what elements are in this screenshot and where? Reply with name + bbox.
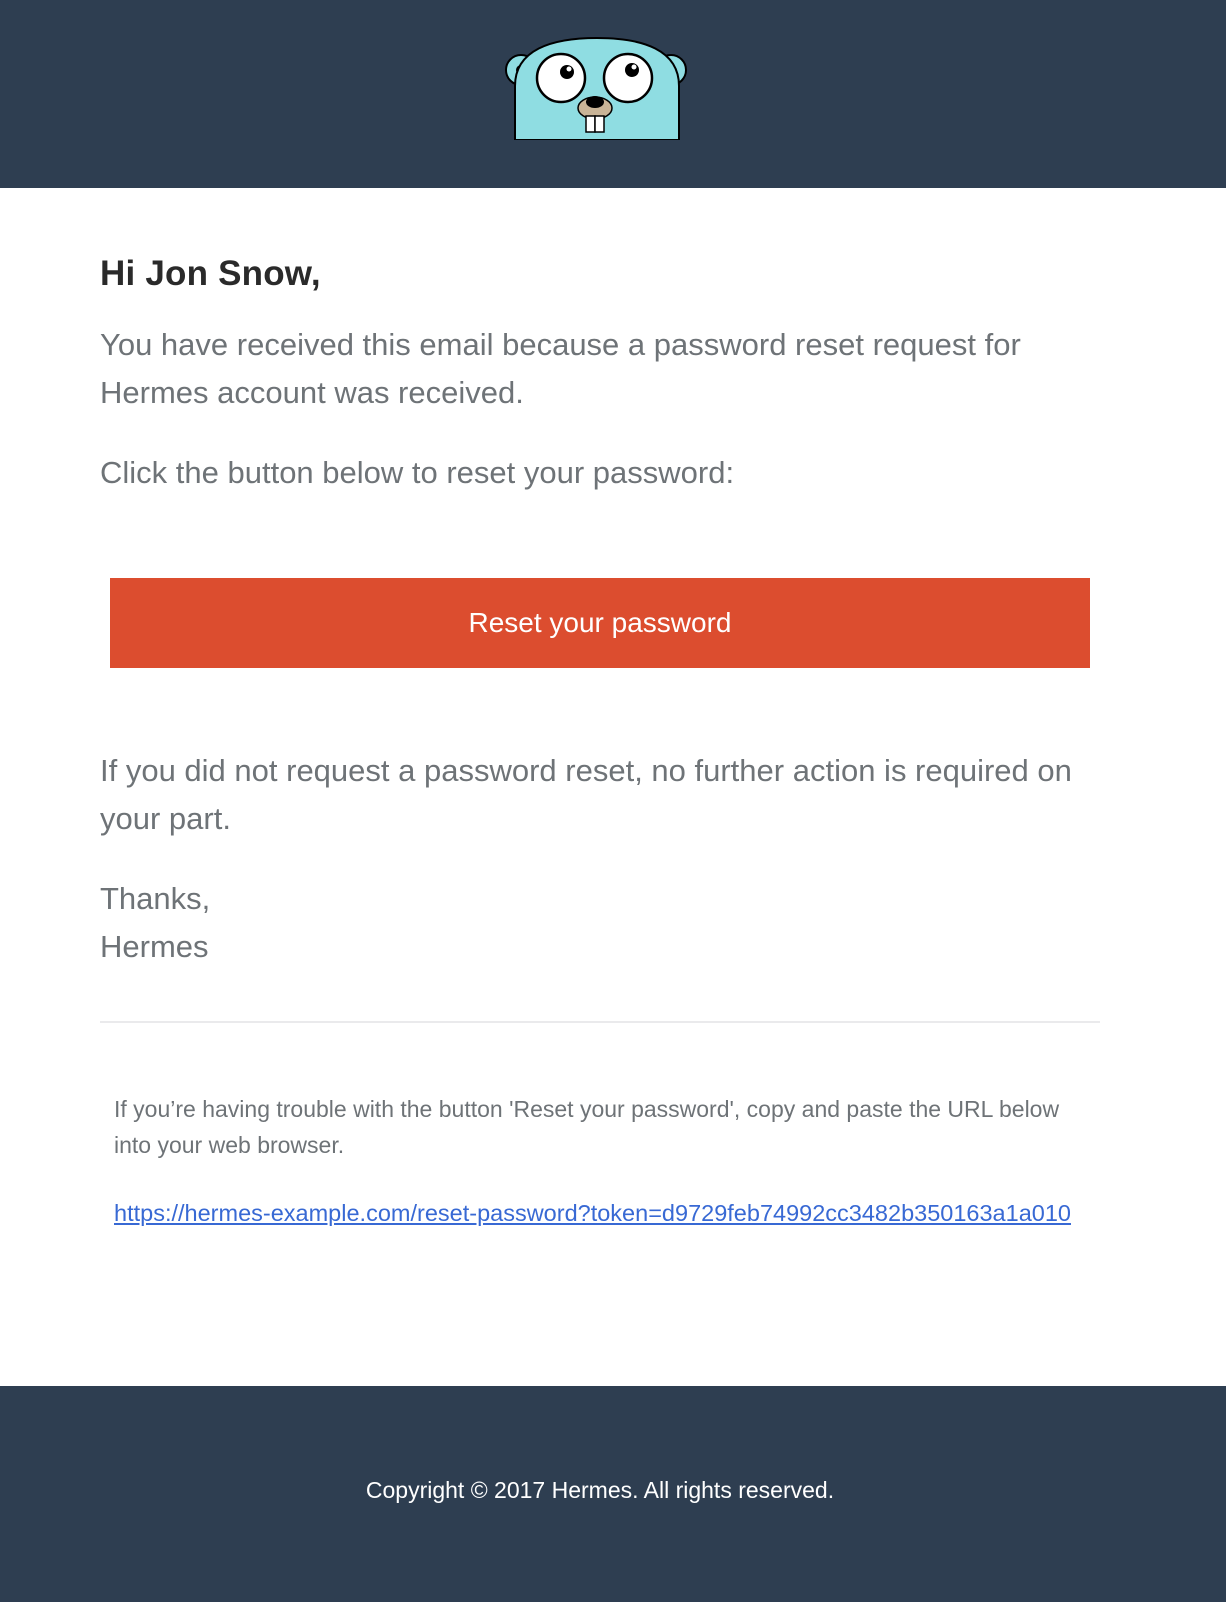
signoff-thanks: Thanks, [100,881,211,916]
greeting: Hi Jon Snow, [100,254,321,293]
reset-password-button[interactable]: Reset your password [110,578,1090,668]
gopher-mascot-icon [505,36,687,140]
intro-paragraph: You have received this email because a p… [100,327,1021,410]
outro-paragraph: If you did not request a password reset,… [100,753,1072,836]
trouble-note: If you’re having trouble with the button… [114,1096,1060,1158]
email-header [0,0,1226,188]
email-footer: Copyright © 2017 Hermes. All rights rese… [0,1386,1226,1602]
signoff: Thanks, Hermes [100,875,1080,971]
divider [100,1021,1100,1023]
signoff-name: Hermes [100,929,209,964]
copyright-text: Copyright © 2017 Hermes. All rights rese… [365,1477,835,1503]
action-instructions: Click the button below to reset your pas… [100,455,735,490]
reset-url-link[interactable]: https://hermes-example.com/reset-passwor… [114,1195,1078,1231]
